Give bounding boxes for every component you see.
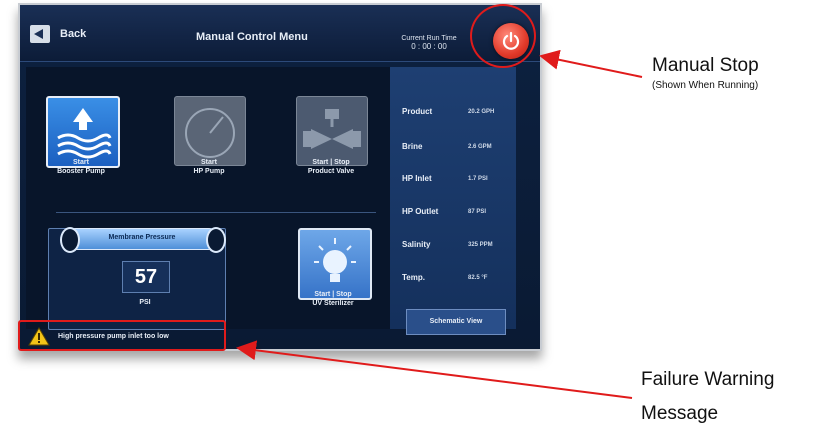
failure-warning-annotation-line1: Failure Warning: [641, 369, 775, 390]
failure-warning-annotation-line2: Message: [641, 403, 719, 424]
stop-callout-arrow: [539, 49, 643, 78]
warning-callout-arrow: [236, 340, 633, 399]
manual-stop-annotation: Manual Stop: [652, 55, 759, 76]
manual-stop-annotation-sub: (Shown When Running): [652, 80, 759, 91]
